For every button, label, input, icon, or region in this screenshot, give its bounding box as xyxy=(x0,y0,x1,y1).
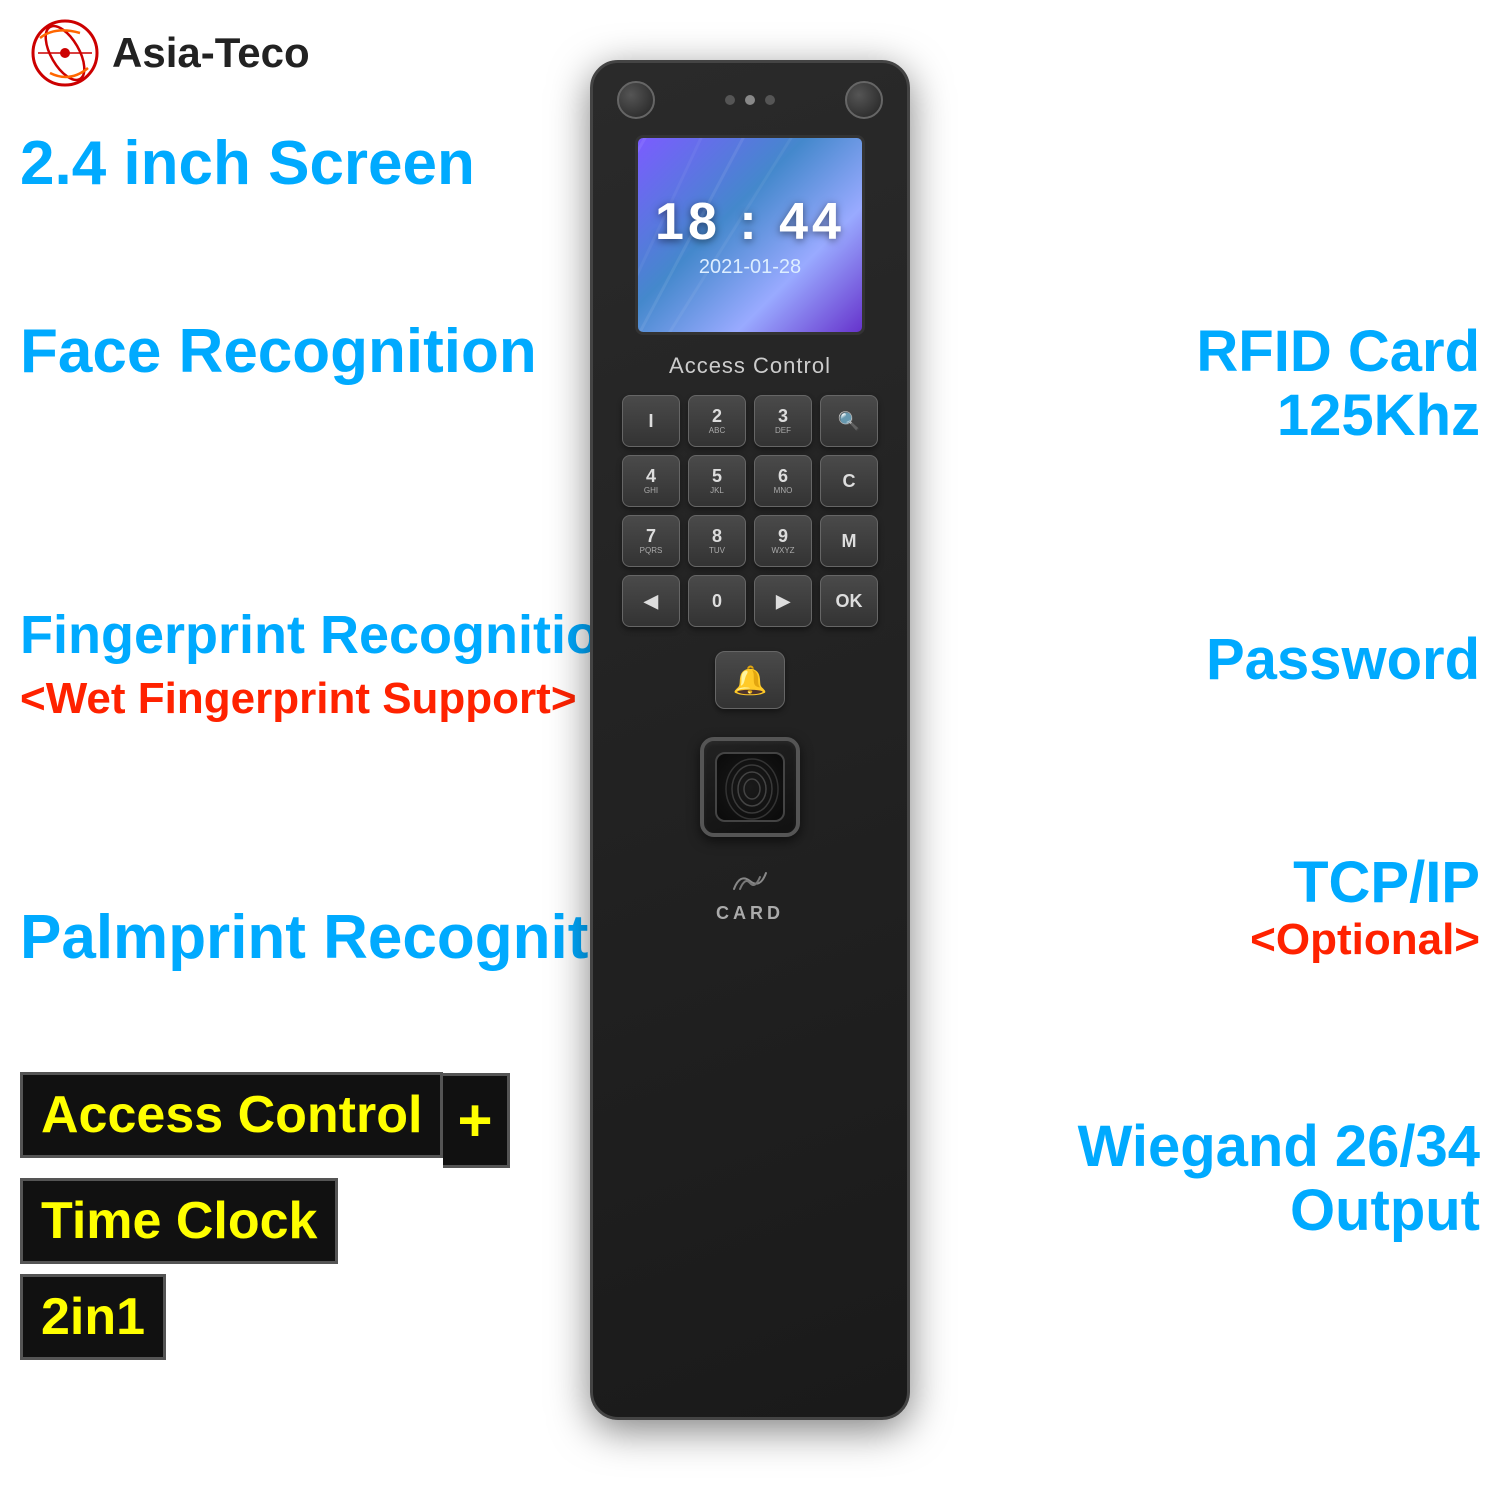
tcp-block: TCP/IP <Optional> xyxy=(1078,851,1480,965)
key-left[interactable]: ◀ xyxy=(622,575,680,627)
face-recognition-block: Face Recognition xyxy=(20,318,681,386)
wiegand-block: Wiegand 26/34 Output xyxy=(1078,1115,1480,1243)
access-control-device: 18 : 44 2021-01-28 Access Control I 2 AB… xyxy=(590,60,910,1420)
key-6[interactable]: 6 MNO xyxy=(754,455,812,507)
wet-fingerprint-label: <Wet Fingerprint Support> xyxy=(20,674,681,724)
fingerprint-sensor xyxy=(715,752,785,822)
key-menu[interactable]: M xyxy=(820,515,878,567)
key-5[interactable]: 5 JKL xyxy=(688,455,746,507)
key-4[interactable]: 4 GHI xyxy=(622,455,680,507)
search-icon: 🔍 xyxy=(838,411,860,432)
screen-time-display: 18 : 44 xyxy=(655,192,845,252)
keypad: I 2 ABC 3 DEF 🔍 4 GHI 5 JKL 6 MNO C xyxy=(622,395,878,627)
key-3[interactable]: 3 DEF xyxy=(754,395,812,447)
left-camera-sensor xyxy=(617,81,655,119)
key-7[interactable]: 7 PQRS xyxy=(622,515,680,567)
device-screen: 18 : 44 2021-01-28 xyxy=(635,135,865,335)
device-ac-label: Access Control xyxy=(669,353,831,379)
time-clock-badge: Time Clock xyxy=(20,1178,338,1264)
key-ok[interactable]: OK xyxy=(820,575,878,627)
sensors-row xyxy=(609,81,891,119)
dot-sensor-3 xyxy=(765,95,775,105)
rfid-freq-label: 125Khz xyxy=(1078,384,1480,448)
rfid-wave-icon xyxy=(730,869,770,893)
optional-label: <Optional> xyxy=(1078,915,1480,965)
palmprint-label: Palmprint Recognition xyxy=(20,904,681,972)
fingerprint-reader[interactable] xyxy=(700,737,800,837)
key-2[interactable]: 2 ABC xyxy=(688,395,746,447)
access-control-badge: Access Control xyxy=(20,1072,443,1158)
logo-area: Asia-Teco xyxy=(30,18,310,88)
card-label: CARD xyxy=(716,903,784,924)
fingerprint-lines xyxy=(717,754,787,824)
key-right[interactable]: ▶ xyxy=(754,575,812,627)
center-sensors xyxy=(725,95,775,105)
brand-name: Asia-Teco xyxy=(112,29,310,77)
left-features-panel: 2.4 inch Screen Face Recognition Fingerp… xyxy=(20,130,681,1002)
password-label: Password xyxy=(1078,628,1480,692)
bottom-badges-area: Access Control + Time Clock 2in1 xyxy=(20,1072,510,1360)
brand-logo-icon xyxy=(30,18,100,88)
wiegand-label: Wiegand 26/34 xyxy=(1078,1115,1480,1179)
key-search[interactable]: 🔍 xyxy=(820,395,878,447)
fingerprint-block: Fingerprint Recognition <Wet Fingerprint… xyxy=(20,606,681,723)
rfid-card-label: RFID Card xyxy=(1078,320,1480,384)
key-9[interactable]: 9 WXYZ xyxy=(754,515,812,567)
card-waves xyxy=(730,869,770,893)
right-camera-sensor xyxy=(845,81,883,119)
tcp-ip-label: TCP/IP xyxy=(1078,851,1480,915)
dot-sensor-1 xyxy=(725,95,735,105)
fingerprint-label: Fingerprint Recognition xyxy=(20,606,681,665)
bell-icon: 🔔 xyxy=(733,664,768,697)
screen-size-label: 2.4 inch Screen xyxy=(20,130,681,198)
output-label: Output xyxy=(1078,1179,1480,1243)
dot-sensor-2 xyxy=(745,95,755,105)
two-in-one-badge: 2in1 xyxy=(20,1274,166,1360)
key-clear[interactable]: C xyxy=(820,455,878,507)
plus-badge: + xyxy=(443,1073,509,1168)
password-block: Password xyxy=(1078,628,1480,692)
palmprint-block: Palmprint Recognition xyxy=(20,904,681,972)
face-recognition-label: Face Recognition xyxy=(20,318,681,386)
screen-size-block: 2.4 inch Screen xyxy=(20,130,681,198)
screen-date-display: 2021-01-28 xyxy=(699,256,801,279)
key-0[interactable]: 0 xyxy=(688,575,746,627)
bell-button[interactable]: 🔔 xyxy=(715,651,785,709)
rfid-block: RFID Card 125Khz xyxy=(1078,320,1480,448)
right-features-panel: RFID Card 125Khz Password TCP/IP <Option… xyxy=(1078,320,1480,1283)
key-8[interactable]: 8 TUV xyxy=(688,515,746,567)
card-area: CARD xyxy=(716,869,784,924)
key-1[interactable]: I xyxy=(622,395,680,447)
